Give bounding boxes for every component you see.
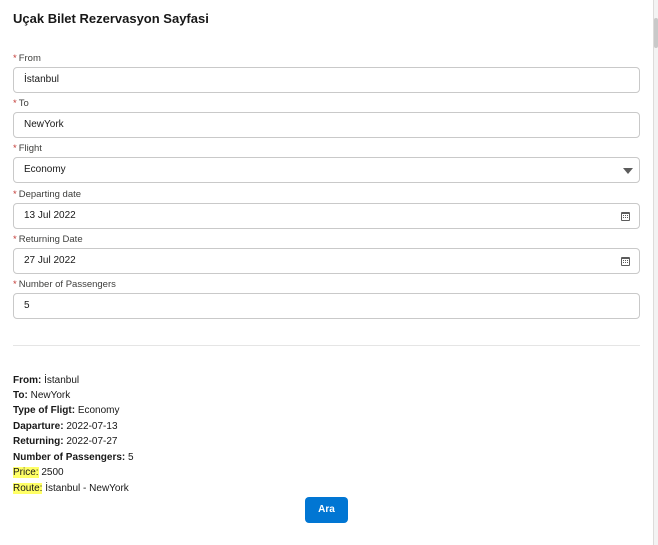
from-label-text: From	[18, 53, 41, 64]
returning-date-input[interactable]: 27 Jul 2022	[13, 248, 640, 274]
summary-departure: Daparture: 2022-07-13	[13, 419, 118, 434]
flight-label: * Flight	[13, 143, 42, 154]
summary-price: Price: 2500	[13, 465, 64, 480]
flight-label-text: Flight	[18, 143, 42, 154]
summary-value: 2022-07-27	[66, 436, 118, 447]
required-mark: *	[13, 53, 17, 64]
departing-date-input[interactable]: 13 Jul 2022	[13, 203, 640, 229]
from-input-value: İstanbul	[24, 74, 60, 85]
flight-select[interactable]: Economy	[13, 157, 640, 183]
calendar-icon[interactable]	[621, 212, 630, 221]
scrollbar-thumb[interactable]	[654, 18, 658, 48]
departing-label: * Departing date	[13, 189, 81, 200]
summary-label: From:	[13, 375, 42, 386]
to-input-value: NewYork	[24, 119, 64, 130]
flight-select-value: Economy	[24, 164, 66, 175]
summary-to: To: NewYork	[13, 388, 70, 403]
required-mark: *	[13, 98, 17, 109]
summary-value: NewYork	[30, 390, 71, 401]
passengers-label-text: Number of Passengers	[18, 279, 116, 290]
price-label: Price:	[13, 467, 39, 478]
divider	[13, 345, 640, 346]
summary-value: Economy	[77, 405, 120, 416]
summary-value: 2500	[41, 467, 64, 478]
route-label: Route:	[13, 483, 43, 494]
required-mark: *	[13, 189, 17, 200]
to-label-text: To	[18, 98, 29, 109]
departing-date-value: 13 Jul 2022	[24, 210, 76, 221]
passengers-label: * Number of Passengers	[13, 279, 116, 290]
from-input[interactable]: İstanbul	[13, 67, 640, 93]
summary-label: To:	[13, 390, 28, 401]
page-title: Uçak Bilet Rezervasyon Sayfasi	[13, 11, 209, 26]
passengers-input-value: 5	[24, 300, 30, 311]
summary-returning: Returning: 2022-07-27	[13, 434, 117, 449]
summary-label: Returning:	[13, 436, 64, 447]
summary-from: From: İstanbul	[13, 373, 79, 388]
chevron-down-icon	[623, 168, 633, 174]
departing-label-text: Departing date	[18, 189, 82, 200]
required-mark: *	[13, 143, 17, 154]
required-mark: *	[13, 279, 17, 290]
returning-label: * Returning Date	[13, 234, 83, 245]
scrollbar[interactable]	[654, 0, 658, 545]
summary-type: Type of Fligt: Economy	[13, 403, 120, 418]
reservation-card: Uçak Bilet Rezervasyon Sayfasi * From İst…	[0, 0, 654, 545]
summary-label: Number of Passengers:	[13, 452, 126, 463]
summary-value: 5	[128, 452, 134, 463]
calendar-icon[interactable]	[621, 257, 630, 266]
summary-passengers: Number of Passengers: 5	[13, 450, 134, 465]
to-label: * To	[13, 98, 29, 109]
summary-label: Type of Fligt:	[13, 405, 76, 416]
search-button[interactable]: Ara	[305, 497, 348, 523]
summary-label: Daparture:	[13, 421, 64, 432]
from-label: * From	[13, 53, 41, 64]
returning-date-value: 27 Jul 2022	[24, 255, 76, 266]
summary-value: 2022-07-13	[66, 421, 118, 432]
summary-route: Route: İstanbul - NewYork	[13, 481, 129, 496]
required-mark: *	[13, 234, 17, 245]
summary-value: İstanbul - NewYork	[45, 483, 129, 494]
to-input[interactable]: NewYork	[13, 112, 640, 138]
passengers-input[interactable]: 5	[13, 293, 640, 319]
returning-label-text: Returning Date	[18, 234, 83, 245]
summary-value: İstanbul	[44, 375, 80, 386]
